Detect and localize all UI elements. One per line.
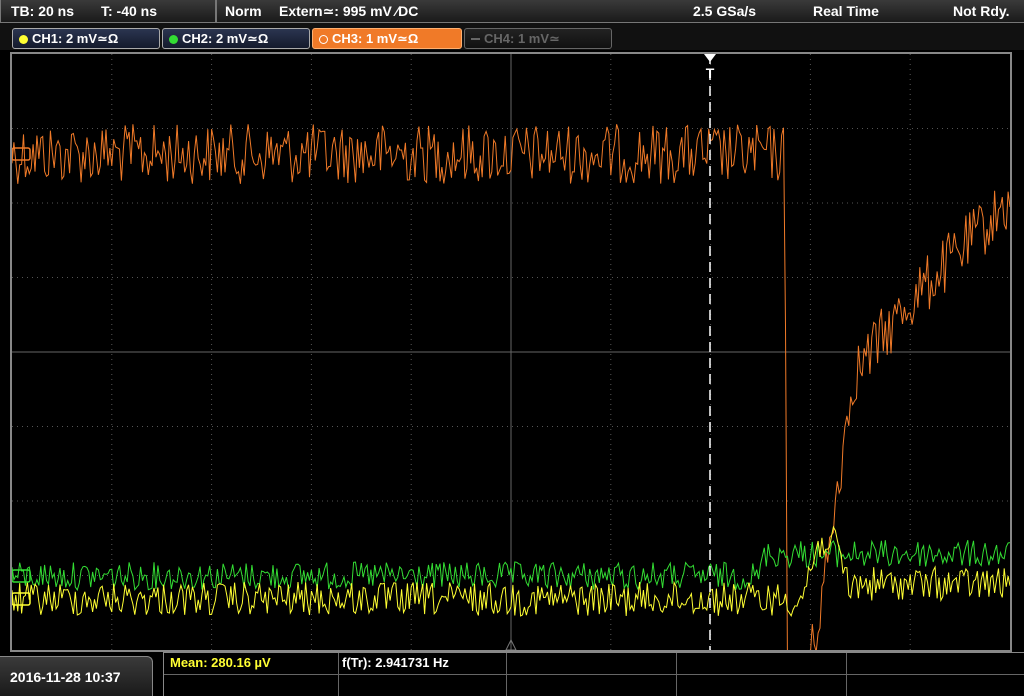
timebase-box[interactable]: TB: 20 ns T: -40 ns — [0, 0, 216, 23]
frequency-measurement: f(Tr): 2.941731 Hz — [342, 655, 449, 670]
ch3-indicator-icon — [319, 35, 328, 44]
waveform-display[interactable]: T — [10, 52, 1012, 652]
status-bar: TB: 20 ns T: -40 ns Norm Extern≃: 995 mV… — [0, 0, 1024, 25]
sample-rate-label: 2.5 GSa/s — [693, 3, 757, 19]
trigger-label: T — [706, 65, 715, 81]
channel-tab-ch2[interactable]: CH2: 2 mV≃Ω — [162, 28, 310, 49]
trigger-time-label: T: -40 ns — [101, 3, 158, 19]
channel-tab-ch4[interactable]: CH4: 1 mV≃ — [464, 28, 612, 49]
trigger-mode-label: Norm — [225, 3, 262, 19]
acquisition-box[interactable]: Norm Extern≃: 995 mV ∕DC 2.5 GSa/s Real … — [216, 0, 1024, 23]
ch3-label: CH3: 1 mV≃Ω — [332, 31, 419, 46]
channel-bar: CH1: 2 mV≃Ω CH2: 2 mV≃Ω CH3: 1 mV≃Ω CH4:… — [0, 24, 1024, 50]
channel-tab-ch3[interactable]: CH3: 1 mV≃Ω — [312, 28, 462, 49]
ch2-indicator-icon — [169, 35, 178, 44]
ch4-indicator-icon — [471, 38, 480, 40]
datetime-label: 2016-11-28 10:37 — [10, 669, 121, 685]
channel-tab-ch1[interactable]: CH1: 2 mV≃Ω — [12, 28, 160, 49]
measurement-panel[interactable]: Mean: 280.16 µV f(Tr): 2.941731 Hz — [163, 652, 1024, 696]
status-label: Not Rdy. — [953, 3, 1010, 19]
trigger-marker-icon — [704, 54, 716, 62]
ch2-label: CH2: 2 mV≃Ω — [182, 31, 269, 46]
trigger-source-label: Extern≃: 995 mV ∕DC — [279, 3, 419, 19]
ch4-label: CH4: 1 mV≃ — [484, 31, 560, 46]
timebase-label: TB: 20 ns — [11, 3, 75, 19]
datetime-box: 2016-11-28 10:37 — [0, 656, 153, 696]
ch1-indicator-icon — [19, 35, 28, 44]
acq-mode-label: Real Time — [813, 3, 879, 19]
mean-measurement: Mean: 280.16 µV — [170, 655, 271, 670]
graticule: T — [12, 54, 1010, 650]
ch1-label: CH1: 2 mV≃Ω — [32, 31, 119, 46]
